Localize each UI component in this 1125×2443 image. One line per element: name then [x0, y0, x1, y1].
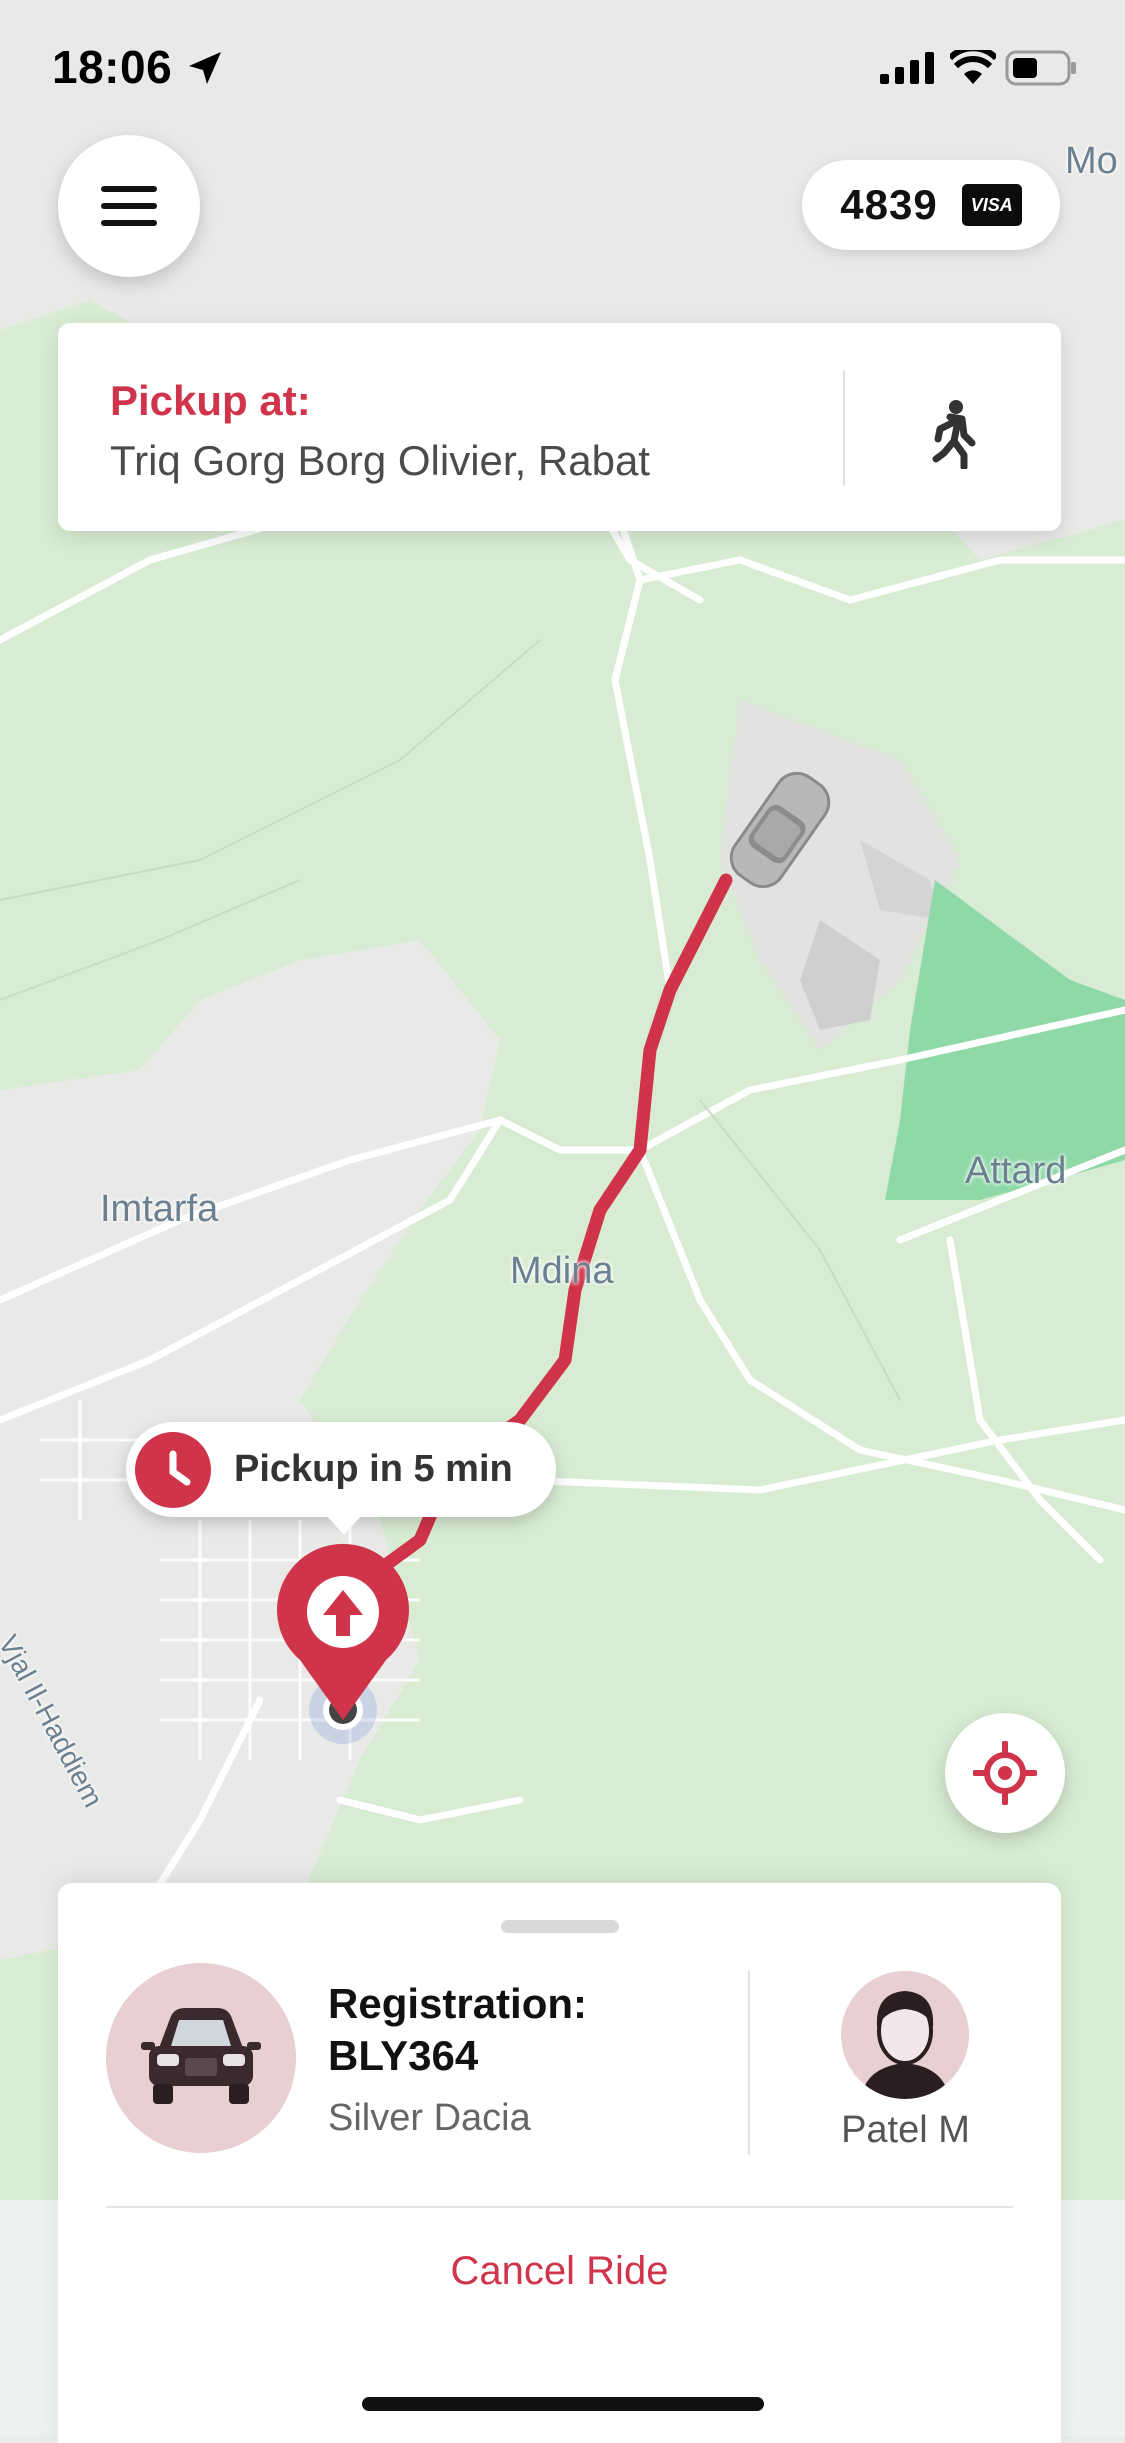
clock-icon [135, 1432, 211, 1508]
battery-icon [1005, 50, 1076, 86]
sheet-drag-handle[interactable] [501, 1920, 619, 1933]
vehicle-description: Silver Dacia [328, 2097, 531, 2139]
cancel-ride-button[interactable]: Cancel Ride [58, 2249, 1061, 2294]
map-label-mdina: Mdina [510, 1250, 614, 1292]
vehicle-registration: Registration: BLY364 [328, 1978, 587, 2082]
status-bar: 18:06 [0, 0, 1125, 130]
wifi-icon [950, 50, 996, 84]
car-icon [141, 2008, 261, 2104]
hamburger-icon [101, 186, 157, 226]
divider [106, 2206, 1013, 2208]
divider [748, 1971, 750, 2155]
ride-details-sheet: Registration: BLY364 Silver Dacia Patel … [58, 1883, 1061, 2443]
pickup-eta-text: Pickup in 5 min [234, 1448, 513, 1490]
driver-person-icon [861, 1991, 949, 2099]
driver-avatar[interactable] [841, 1971, 969, 2099]
pickup-address: Triq Gorg Borg Olivier, Rabat [110, 437, 650, 484]
registration-label: Registration: [328, 1980, 588, 2027]
vehicle-avatar [106, 1963, 296, 2153]
visa-icon: VISA [961, 184, 1022, 226]
driver-name: Patel M [841, 2109, 970, 2151]
walking-person-icon [932, 400, 976, 469]
divider [843, 370, 845, 486]
home-indicator[interactable] [362, 2397, 764, 2411]
payment-method-button[interactable]: 4839 VISA [802, 160, 1060, 250]
map-label-imtarfa: Imtarfa [100, 1188, 219, 1230]
card-last4: 4839 [840, 181, 938, 228]
pickup-eta-bubble: Pickup in 5 min [126, 1422, 556, 1535]
recenter-location-button[interactable] [945, 1713, 1065, 1833]
map-label-attard: Attard [965, 1150, 1067, 1192]
location-arrow-icon [189, 52, 221, 84]
walking-directions-button[interactable] [898, 379, 1008, 489]
status-time: 18:06 [52, 41, 173, 93]
pickup-title: Pickup at: [110, 377, 311, 424]
crosshair-icon [973, 1741, 1037, 1805]
menu-button[interactable] [58, 135, 200, 277]
registration-value: BLY364 [328, 2032, 479, 2079]
map-label-corner: Mo [1065, 140, 1118, 182]
pickup-card[interactable]: Pickup at: Triq Gorg Borg Olivier, Rabat [58, 323, 1061, 531]
cellular-signal-icon [880, 52, 934, 84]
